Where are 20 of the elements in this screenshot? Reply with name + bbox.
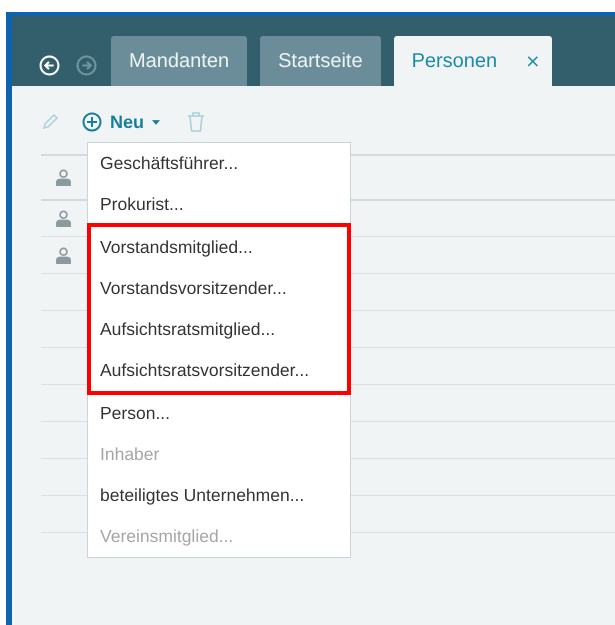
menu-item[interactable]: Aufsichtsratsvorsitzender... xyxy=(91,350,347,391)
person-icon xyxy=(55,210,72,227)
menu-item[interactable]: Prokurist... xyxy=(88,184,350,225)
menu-item[interactable]: Aufsichtsratsmitglied... xyxy=(91,309,347,350)
new-button[interactable]: Neu xyxy=(82,112,160,132)
menu-item[interactable]: Vorstandsmitglied... xyxy=(91,227,347,268)
tab-label: Startseite xyxy=(278,50,363,72)
close-icon[interactable]: × xyxy=(525,50,540,72)
back-icon[interactable] xyxy=(39,55,60,76)
menu-item[interactable]: Person... xyxy=(88,393,350,434)
tab[interactable]: Personen × xyxy=(394,36,552,86)
person-icon xyxy=(55,246,72,264)
tab-label: Personen xyxy=(412,50,498,72)
plus-icon xyxy=(82,112,102,132)
menu-item[interactable]: Geschäftsführer... xyxy=(88,143,350,184)
person-icon xyxy=(55,169,72,186)
menu-item[interactable]: Vorstandsvorsitzender... xyxy=(91,268,347,309)
caret-icon xyxy=(152,120,160,124)
menu-item[interactable]: beteiligtes Unternehmen... xyxy=(88,475,350,516)
tab-label: Mandanten xyxy=(129,50,230,72)
